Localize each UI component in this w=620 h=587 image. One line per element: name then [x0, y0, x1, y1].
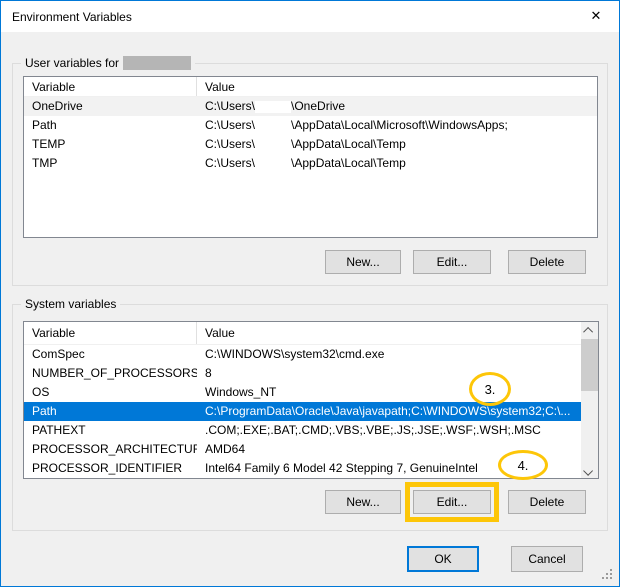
variable-value: Intel64 Family 6 Model 42 Stepping 7, Ge… — [197, 459, 581, 478]
variable-value: C:\Users\\AppData\Local\Temp — [197, 135, 597, 154]
redacted-username — [255, 101, 291, 113]
system-edit-button[interactable]: Edit... — [413, 490, 491, 514]
user-variables-group-label: User variables for — [21, 56, 195, 70]
variable-value: AMD64 — [197, 440, 581, 459]
user-delete-button[interactable]: Delete — [508, 250, 586, 274]
table-row-number-of-processors[interactable]: NUMBER_OF_PROCESSORS8 — [24, 364, 581, 383]
scroll-down-button[interactable] — [581, 461, 598, 478]
user-variables-rows: OneDriveC:\Users\\OneDrivePathC:\Users\\… — [24, 97, 597, 173]
system-variables-rows: ComSpecC:\WINDOWS\system32\cmd.exeNUMBER… — [24, 345, 581, 478]
table-row-processor-architecture[interactable]: PROCESSOR_ARCHITECTUREAMD64 — [24, 440, 581, 459]
user-new-button[interactable]: New... — [325, 250, 401, 274]
variable-name: TMP — [24, 154, 197, 173]
variable-value: C:\ProgramData\Oracle\Java\javapath;C:\W… — [197, 402, 581, 421]
redacted-username — [255, 158, 291, 170]
chevron-up-icon — [583, 327, 593, 337]
table-row-path[interactable]: PathC:\Users\\AppData\Local\Microsoft\Wi… — [24, 116, 597, 135]
redacted-username — [255, 139, 291, 151]
user-variables-table: Variable Value OneDriveC:\Users\\OneDriv… — [23, 76, 598, 238]
user-variables-label-text: User variables for — [25, 56, 119, 70]
system-new-button[interactable]: New... — [325, 490, 401, 514]
table-row-tmp[interactable]: TMPC:\Users\\AppData\Local\Temp — [24, 154, 597, 173]
column-header-value: Value — [197, 322, 598, 344]
column-header-value: Value — [197, 77, 597, 96]
variable-name: TEMP — [24, 135, 197, 154]
redacted-username-box — [123, 56, 191, 70]
system-delete-button[interactable]: Delete — [508, 490, 586, 514]
variable-name: PROCESSOR_IDENTIFIER — [24, 459, 197, 478]
table-row-os[interactable]: OSWindows_NT — [24, 383, 581, 402]
variable-name: ComSpec — [24, 345, 197, 364]
variable-name: PATHEXT — [24, 421, 197, 440]
close-icon: ✕ — [591, 8, 602, 24]
column-header-variable: Variable — [24, 77, 197, 96]
scroll-thumb[interactable] — [581, 339, 598, 391]
chevron-down-icon — [583, 466, 593, 476]
variable-name: Path — [24, 402, 197, 421]
user-edit-button[interactable]: Edit... — [413, 250, 491, 274]
dialog-title: Environment Variables — [1, 10, 132, 24]
table-row-temp[interactable]: TEMPC:\Users\\AppData\Local\Temp — [24, 135, 597, 154]
cancel-button[interactable]: Cancel — [511, 546, 583, 572]
system-variables-label-text: System variables — [25, 297, 116, 311]
system-variables-table: Variable Value ComSpecC:\WINDOWS\system3… — [23, 321, 599, 479]
redacted-username — [255, 120, 291, 132]
variable-value: Windows_NT — [197, 383, 581, 402]
close-button[interactable]: ✕ — [574, 2, 618, 30]
scrollbar — [581, 322, 598, 478]
scroll-up-button[interactable] — [581, 322, 598, 339]
variable-name: PROCESSOR_ARCHITECTURE — [24, 440, 197, 459]
table-row-onedrive[interactable]: OneDriveC:\Users\\OneDrive — [24, 97, 597, 116]
title-bar: Environment Variables ✕ — [1, 1, 619, 32]
variable-name: OS — [24, 383, 197, 402]
variable-name: NUMBER_OF_PROCESSORS — [24, 364, 197, 383]
variable-value: 8 — [197, 364, 581, 383]
variable-value: .COM;.EXE;.BAT;.CMD;.VBS;.VBE;.JS;.JSE;.… — [197, 421, 581, 440]
variable-value: C:\Users\\AppData\Local\Temp — [197, 154, 597, 173]
column-header-variable: Variable — [24, 322, 197, 344]
table-row-comspec[interactable]: ComSpecC:\WINDOWS\system32\cmd.exe — [24, 345, 581, 364]
table-header: Variable Value — [24, 322, 598, 345]
resize-grip[interactable] — [601, 568, 613, 580]
table-row-processor-identifier[interactable]: PROCESSOR_IDENTIFIERIntel64 Family 6 Mod… — [24, 459, 581, 478]
variable-value: C:\Users\\OneDrive — [197, 97, 597, 116]
variable-name: OneDrive — [24, 97, 197, 116]
system-variables-group-label: System variables — [21, 297, 120, 311]
variable-value: C:\Users\\AppData\Local\Microsoft\Window… — [197, 116, 597, 135]
table-row-path[interactable]: PathC:\ProgramData\Oracle\Java\javapath;… — [24, 402, 581, 421]
ok-button[interactable]: OK — [407, 546, 479, 572]
table-header: Variable Value — [24, 77, 597, 97]
variable-name: Path — [24, 116, 197, 135]
table-row-pathext[interactable]: PATHEXT.COM;.EXE;.BAT;.CMD;.VBS;.VBE;.JS… — [24, 421, 581, 440]
environment-variables-dialog: Environment Variables ✕ User variables f… — [0, 0, 620, 587]
variable-value: C:\WINDOWS\system32\cmd.exe — [197, 345, 581, 364]
